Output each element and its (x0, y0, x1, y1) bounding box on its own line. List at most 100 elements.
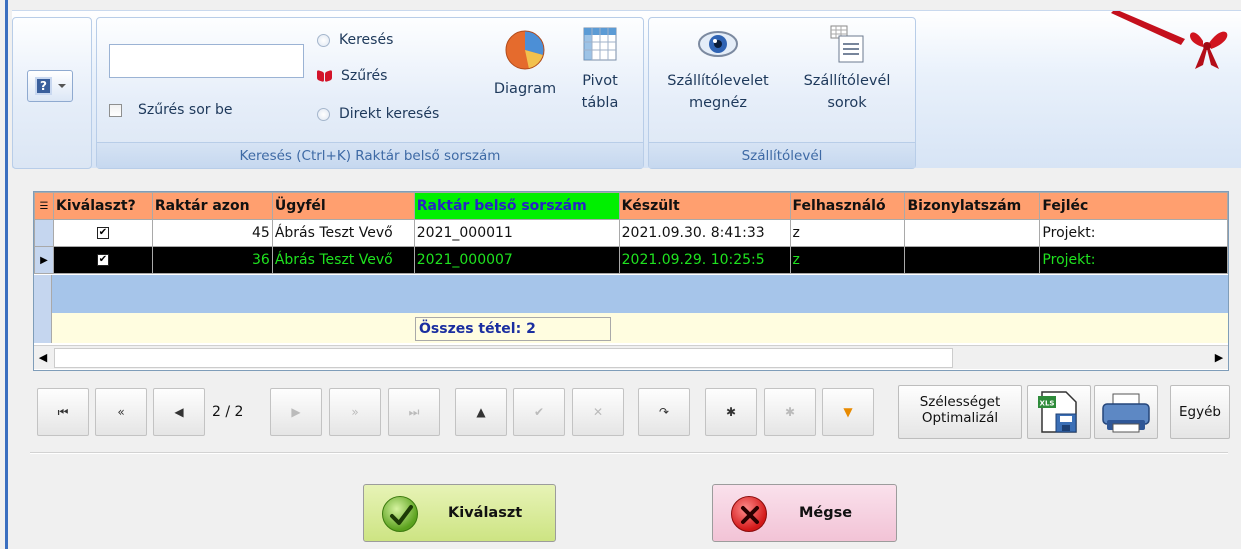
nav-prev-button[interactable]: ◀ (153, 388, 205, 436)
cell-belso-sorszam[interactable]: 2021_000011 (413, 219, 620, 247)
column-header-bizonylatszam[interactable]: Bizonylatszám (904, 192, 1041, 220)
cancel-button[interactable]: Mégse (712, 484, 897, 542)
radio-search-dot[interactable] (317, 33, 330, 47)
x-glyph-icon (741, 506, 759, 524)
help-dropdown-button[interactable]: ? (27, 70, 73, 102)
printer-icon (1102, 393, 1150, 433)
splitter[interactable] (30, 452, 1228, 454)
pivot-table-button[interactable]: Pivot tábla (567, 24, 633, 114)
cell-fejlec[interactable]: Projekt: (1039, 246, 1228, 274)
nav-post-button[interactable]: ✔ (513, 388, 565, 436)
diagram-button[interactable]: Diagram (487, 28, 563, 100)
ribbon-bow-icon (317, 70, 332, 83)
scroll-right-arrow-icon[interactable]: ▶ (1210, 348, 1228, 368)
select-checkbox-cell[interactable]: ✔ (52, 246, 153, 274)
nav-cancel-button[interactable]: ✕ (572, 388, 624, 436)
export-xls-button[interactable]: XLS (1027, 385, 1091, 439)
cell-raktar-azon[interactable]: 45 (151, 219, 273, 247)
nav-delete-button[interactable]: ✱ (764, 388, 816, 436)
column-header-keszult[interactable]: Készült (618, 192, 791, 220)
column-header-fejlec[interactable]: Fejléc (1039, 192, 1228, 220)
pivot-table-icon (583, 27, 617, 61)
ribbon-group-help: ? (12, 17, 92, 169)
data-grid[interactable]: ☰ Kiválaszt? Raktár azon Ügyfél Raktár b… (33, 191, 1229, 371)
xls-save-icon: XLS (1038, 391, 1077, 433)
filter-row-checkbox[interactable] (109, 103, 122, 117)
delivery-note-rows-button[interactable]: Szállítólevél sorok (789, 24, 905, 114)
filter-row-label: Szűrés sor be (138, 102, 233, 118)
row-indicator-current[interactable]: ▶ (34, 246, 54, 274)
row-selector-header[interactable]: ☰ (34, 192, 54, 220)
diagram-label: Diagram (493, 81, 557, 97)
other-button[interactable]: Egyéb (1170, 385, 1230, 439)
page-indicator: 2 / 2 (212, 404, 244, 420)
grid-empty-area[interactable] (34, 275, 1228, 313)
nav-first-button[interactable]: ⏮ (37, 388, 89, 436)
check-glyph-icon (390, 505, 413, 525)
radio-direct-dot[interactable] (317, 107, 330, 121)
view-delivery-note-button[interactable]: Szállítólevelet megnéz (655, 24, 781, 114)
cell-keszult[interactable]: 2021.09.30. 8:41:33 (618, 219, 791, 247)
close-icon (731, 496, 767, 532)
rows-label-2: sorok (827, 95, 867, 111)
data-table: ☰ Kiválaszt? Raktár azon Ügyfél Raktár b… (34, 192, 1228, 274)
horizontal-scrollbar[interactable]: ◀ ▶ (34, 345, 1228, 369)
cancel-button-label: Mégse (799, 505, 853, 521)
table-row-selected[interactable]: ▶ ✔ 36 Ábrás Teszt Vevő 2021_000007 2021… (34, 246, 1228, 274)
cell-fejlec[interactable]: Projekt: (1039, 219, 1228, 247)
select-checkbox-cell[interactable]: ✔ (52, 219, 153, 247)
radio-filter[interactable]: Szűrés (317, 68, 387, 84)
scrollbar-thumb[interactable] (54, 348, 953, 368)
nav-insert-button[interactable]: ✱ (705, 388, 757, 436)
column-header-raktar-azon[interactable]: Raktár azon (151, 192, 273, 220)
cell-felhasznalo[interactable]: z (789, 246, 906, 274)
cell-ugyfel[interactable]: Ábrás Teszt Vevő (271, 246, 415, 274)
cell-belso-sorszam[interactable]: 2021_000007 (413, 246, 620, 274)
column-header-felhasznalo[interactable]: Felhasználó (789, 192, 906, 220)
scroll-left-arrow-icon[interactable]: ◀ (34, 348, 52, 368)
print-button[interactable] (1094, 385, 1158, 439)
total-items-summary: Összes tétel: 2 (415, 317, 611, 341)
ribbon: ? Szűrés sor be Keresés Szűrés Direkt ke… (12, 10, 1241, 169)
column-header-ugyfel[interactable]: Ügyfél (271, 192, 415, 220)
pivot-label-2: tábla (581, 95, 619, 111)
view-label-2: megnéz (689, 95, 747, 111)
nav-refresh-button[interactable]: ↷ (638, 388, 690, 436)
nav-next-page-button[interactable]: » (329, 388, 381, 436)
select-checkbox[interactable]: ✔ (96, 254, 109, 266)
window-left-edge (0, 0, 12, 549)
eye-icon (698, 31, 738, 57)
cell-keszult[interactable]: 2021.09.29. 10:25:5 (618, 246, 791, 274)
checkmark-icon (382, 496, 418, 532)
ribbon-group-delivery: Szállítólevelet megnéz Szállítólevél sor… (648, 17, 916, 169)
select-button[interactable]: Kiválaszt (363, 484, 556, 542)
pie-chart-icon (505, 30, 545, 70)
column-header-kivalaszt[interactable]: Kiválaszt? (52, 192, 153, 220)
cell-bizonylatszam[interactable] (904, 219, 1041, 247)
nav-last-button[interactable]: ⏭ (388, 388, 440, 436)
row-indicator[interactable] (34, 219, 54, 247)
document-list-icon (830, 25, 864, 63)
nav-filter-button[interactable]: ▼ (822, 388, 874, 436)
radio-direct-search[interactable]: Direkt keresés (317, 106, 439, 122)
search-input[interactable] (109, 44, 304, 78)
optimize-width-button[interactable]: Szélességet Optimalizál (898, 385, 1022, 439)
cell-ugyfel[interactable]: Ábrás Teszt Vevő (271, 219, 415, 247)
radio-search-label: Keresés (339, 32, 394, 48)
select-button-label: Kiválaszt (448, 505, 523, 521)
cell-raktar-azon[interactable]: 36 (151, 246, 273, 274)
filter-row-toggle[interactable]: Szűrés sor be (109, 102, 232, 118)
chevron-down-icon (58, 84, 66, 88)
optimize-label-1: Szélességet (919, 394, 1001, 410)
ribbon-group-search: Szűrés sor be Keresés Szűrés Direkt kere… (96, 17, 644, 169)
grid-footer: Összes tétel: 2 (34, 313, 1228, 343)
nav-up-button[interactable]: ▲ (455, 388, 507, 436)
table-row[interactable]: ✔ 45 Ábrás Teszt Vevő 2021_000011 2021.0… (34, 219, 1228, 247)
nav-prev-page-button[interactable]: « (95, 388, 147, 436)
select-checkbox[interactable]: ✔ (96, 227, 109, 239)
cell-bizonylatszam[interactable] (904, 246, 1041, 274)
cell-felhasznalo[interactable]: z (789, 219, 906, 247)
radio-search[interactable]: Keresés (317, 32, 393, 48)
nav-next-button[interactable]: ▶ (270, 388, 322, 436)
column-header-belso-sorszam[interactable]: Raktár belső sorszám (413, 192, 620, 220)
